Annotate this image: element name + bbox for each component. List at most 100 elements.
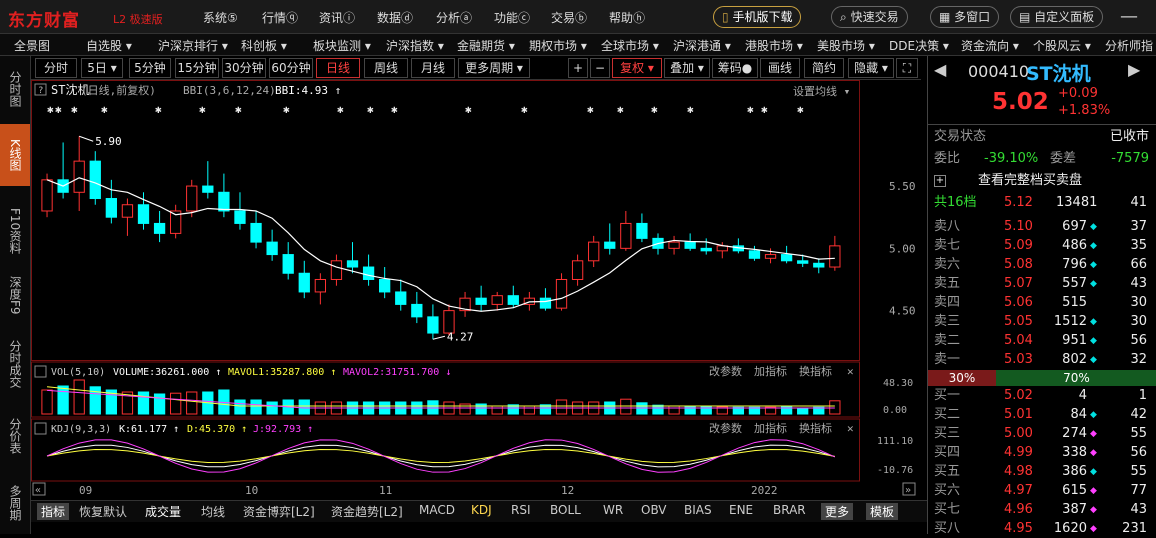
event-marker[interactable]: ✱ bbox=[101, 103, 108, 116]
indicator-tab[interactable]: BRAR bbox=[773, 503, 806, 517]
leftbar-tab[interactable]: 分时图 bbox=[0, 56, 30, 122]
vol-panel-action[interactable]: 改参数 bbox=[709, 364, 742, 378]
event-marker[interactable]: ✱ bbox=[55, 103, 62, 116]
event-marker[interactable]: ✱ bbox=[337, 103, 344, 116]
period-button[interactable]: 分时 bbox=[35, 58, 77, 78]
kdj-panel-action[interactable]: 换指标 bbox=[799, 421, 832, 435]
menu-item[interactable]: 系统⑤ bbox=[203, 9, 238, 26]
ma-settings[interactable]: 设置均线 ▾ bbox=[793, 84, 850, 98]
nav-item[interactable]: 美股市场 ▾ bbox=[817, 37, 875, 54]
leftbar-tab[interactable]: 深度F9 bbox=[0, 264, 30, 326]
kline-svg[interactable]: ? ST沈机(日线,前复权) BBI(3,6,12,24) BBI:4.93 ↑ 设置均… bbox=[31, 80, 921, 500]
leftbar-tab[interactable]: F10资料 bbox=[0, 200, 30, 262]
event-marker[interactable]: ✱ bbox=[283, 103, 290, 116]
period-button[interactable]: 30分钟 bbox=[222, 58, 266, 78]
chart-tool-button[interactable]: 简约 bbox=[804, 58, 844, 78]
event-marker[interactable]: ✱ bbox=[651, 103, 658, 116]
event-marker[interactable]: ✱ bbox=[747, 103, 754, 116]
menu-item[interactable]: 分析ⓐ bbox=[436, 9, 472, 26]
chart-tool-button[interactable]: ⛶ bbox=[896, 58, 918, 78]
event-marker[interactable]: ✱ bbox=[235, 103, 242, 116]
event-marker[interactable]: ✱ bbox=[587, 103, 594, 116]
nav-item[interactable]: 沪深指数 ▾ bbox=[386, 37, 444, 54]
kline-chart[interactable]: ? ST沈机 (日线,前复权) BBI(3,6,12,24) BBI:4.93 ↑ 设置均… bbox=[31, 80, 921, 522]
period-button[interactable]: 5日 ▾ bbox=[81, 58, 123, 78]
period-button[interactable]: 60分钟 bbox=[269, 58, 313, 78]
indicator-tab[interactable]: 资金趋势[L2] bbox=[331, 503, 403, 520]
indicator-tab[interactable]: BIAS bbox=[684, 503, 712, 517]
help-icon[interactable] bbox=[34, 365, 47, 378]
nav-item[interactable]: 沪深京排行 ▾ bbox=[158, 37, 228, 54]
event-marker[interactable]: ✱ bbox=[761, 103, 768, 116]
indicator-tab[interactable]: 指标 bbox=[37, 503, 70, 520]
minimize-icon[interactable]: — bbox=[1120, 6, 1138, 27]
menu-item[interactable]: 行情ⓠ bbox=[262, 9, 298, 26]
menu-item[interactable]: 资讯ⓘ bbox=[319, 9, 355, 26]
indicator-tab[interactable]: ENE bbox=[729, 503, 753, 517]
nav-item[interactable]: 自选股 ▾ bbox=[86, 37, 132, 54]
quick-trade-button[interactable]: ⌕ 快速交易 bbox=[831, 6, 908, 28]
custom-panel-button[interactable]: ▤ 自定义面板 bbox=[1010, 6, 1104, 28]
menu-item[interactable]: 数据ⓓ bbox=[377, 9, 413, 26]
chart-tool-button[interactable]: 画线 bbox=[760, 58, 800, 78]
indicator-tab[interactable]: 更多 bbox=[821, 503, 854, 520]
nav-item[interactable]: 沪深港通 ▾ bbox=[673, 37, 731, 54]
prev-stock-icon[interactable]: ◀ bbox=[934, 60, 946, 79]
chart-tool-button[interactable]: 复权 ▾ bbox=[612, 58, 662, 78]
event-marker[interactable]: ✱ bbox=[47, 103, 54, 116]
nav-item[interactable]: 全景图 bbox=[14, 37, 50, 54]
indicator-tab[interactable]: 资金博弈[L2] bbox=[243, 503, 315, 520]
event-marker[interactable]: ✱ bbox=[199, 103, 206, 116]
nav-item[interactable]: 分析师指 bbox=[1105, 37, 1153, 54]
period-button[interactable]: 5分钟 bbox=[129, 58, 171, 78]
menu-item[interactable]: 交易ⓑ bbox=[551, 9, 587, 26]
leftbar-tab[interactable]: 多周期 bbox=[0, 472, 30, 534]
chart-tool-button[interactable]: 叠加 ▾ bbox=[664, 58, 710, 78]
menu-item[interactable]: 功能ⓒ bbox=[494, 9, 530, 26]
period-button[interactable]: 日线 bbox=[316, 58, 360, 78]
event-marker[interactable]: ✱ bbox=[465, 103, 472, 116]
nav-item[interactable]: 板块监测 ▾ bbox=[313, 37, 371, 54]
indicator-tab[interactable]: 恢复默认 bbox=[79, 503, 127, 520]
chart-tool-button[interactable]: − bbox=[590, 58, 610, 78]
event-marker[interactable]: ✱ bbox=[521, 103, 528, 116]
leftbar-tab[interactable]: K线图 bbox=[0, 124, 30, 186]
indicator-tab[interactable]: WR bbox=[603, 503, 623, 517]
indicator-tab[interactable]: 模板 bbox=[866, 503, 899, 520]
full-book-row[interactable]: + 查看完整档买卖盘 bbox=[928, 172, 1156, 190]
indicator-tab[interactable]: 均线 bbox=[201, 503, 225, 520]
leftbar-tab[interactable]: 分时成交 bbox=[0, 328, 30, 400]
indicator-tab[interactable]: MACD bbox=[419, 503, 455, 517]
multi-window-button[interactable]: ▦ 多窗口 bbox=[930, 6, 1000, 28]
event-marker[interactable]: ✱ bbox=[391, 103, 398, 116]
event-marker[interactable]: ✱ bbox=[155, 103, 162, 116]
period-button[interactable]: 更多周期 ▾ bbox=[458, 58, 530, 78]
chart-tool-button[interactable]: 筹码● bbox=[712, 58, 758, 78]
nav-item[interactable]: 资金流向 ▾ bbox=[961, 37, 1019, 54]
kdj-panel-action[interactable]: 加指标 bbox=[754, 421, 787, 435]
help-icon[interactable] bbox=[34, 422, 47, 435]
nav-item[interactable]: 港股市场 ▾ bbox=[745, 37, 803, 54]
event-marker[interactable]: ✱ bbox=[617, 103, 624, 116]
period-button[interactable]: 月线 bbox=[411, 58, 455, 78]
mobile-download-button[interactable]: ▯ 手机版下载 bbox=[713, 6, 802, 28]
period-button[interactable]: 周线 bbox=[364, 58, 408, 78]
kdj-panel-action[interactable]: 改参数 bbox=[709, 421, 742, 435]
indicator-tab[interactable]: 成交量 bbox=[145, 503, 181, 520]
event-marker[interactable]: ✱ bbox=[687, 103, 694, 116]
close-icon[interactable]: ✕ bbox=[847, 422, 854, 435]
chart-tool-button[interactable]: 隐藏 ▾ bbox=[848, 58, 894, 78]
chart-tool-button[interactable]: + bbox=[568, 58, 588, 78]
nav-item[interactable]: 金融期货 ▾ bbox=[457, 37, 515, 54]
event-marker[interactable]: ✱ bbox=[367, 103, 374, 116]
vol-panel-action[interactable]: 加指标 bbox=[754, 364, 787, 378]
indicator-tab[interactable]: KDJ bbox=[471, 503, 492, 517]
nav-item[interactable]: 个股风云 ▾ bbox=[1033, 37, 1091, 54]
next-stock-icon[interactable]: ▶ bbox=[1128, 60, 1140, 79]
nav-item[interactable]: 科创板 ▾ bbox=[241, 37, 287, 54]
vol-panel-action[interactable]: 换指标 bbox=[799, 364, 832, 378]
event-marker[interactable]: ✱ bbox=[797, 103, 804, 116]
nav-item[interactable]: 期权市场 ▾ bbox=[529, 37, 587, 54]
indicator-tab[interactable]: OBV bbox=[641, 503, 667, 517]
nav-item[interactable]: 全球市场 ▾ bbox=[601, 37, 659, 54]
